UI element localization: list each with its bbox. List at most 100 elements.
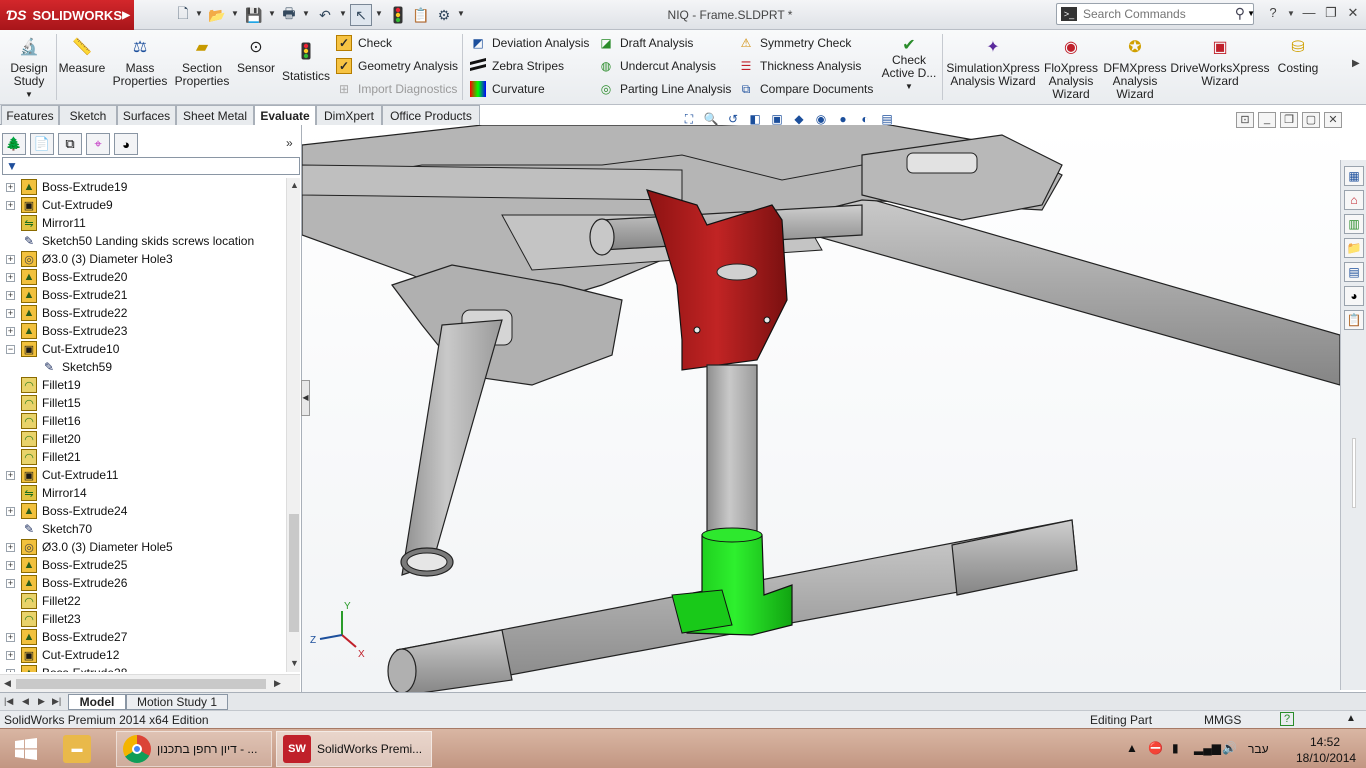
file-explorer-pane-icon[interactable]: ▥ (1344, 214, 1364, 234)
zoom-to-area-icon[interactable]: 🔍 (702, 110, 720, 128)
expand-icon[interactable]: + (6, 470, 15, 480)
scroll-right-icon[interactable]: ▶ (274, 678, 281, 689)
clock-date[interactable]: 18/10/2014 (1296, 751, 1356, 765)
feature-manager-tab-icon[interactable]: 🌲 (2, 133, 26, 155)
tree-item[interactable]: ✎ Sketch70 (0, 520, 286, 538)
windows-start-icon[interactable] (8, 732, 44, 766)
battery-icon[interactable]: ▮ (1172, 741, 1179, 755)
custom-properties-icon[interactable]: 📋 (1344, 310, 1364, 330)
viewport-minimize-icon[interactable]: _ (1258, 112, 1276, 128)
scroll-down-icon[interactable]: ▼ (290, 658, 299, 668)
zoom-to-fit-icon[interactable]: ⛶ (680, 110, 698, 128)
mass-properties-button[interactable]: ⚖ Mass Properties (110, 36, 170, 88)
simulationxpress-button[interactable]: ✦ SimulationXpress Analysis Wizard (946, 36, 1040, 88)
tree-item[interactable]: + ◎ Ø3.0 (3) Diameter Hole3 (0, 250, 286, 268)
expand-icon[interactable]: + (6, 542, 15, 552)
tree-item[interactable]: ◠ Fillet16 (0, 412, 286, 430)
statistics-button[interactable]: Statistics (280, 40, 332, 83)
tree-item[interactable]: + ▲ Boss-Extrude28 (0, 664, 286, 672)
chevron-right-icon[interactable]: ▶ (1352, 58, 1360, 69)
show-hidden-icons-icon[interactable]: ▲ (1126, 741, 1138, 755)
expand-icon[interactable]: + (6, 326, 15, 336)
last-tab-icon[interactable]: ▶| (52, 696, 61, 707)
design-library-icon[interactable]: ⌂ (1344, 190, 1364, 210)
costing-button[interactable]: ⛁ Costing (1274, 36, 1322, 75)
geometry-analysis-button[interactable]: ✓ Geometry Analysis (336, 56, 458, 76)
feature-tree-horizontal-scrollbar[interactable]: ◀ ▶ (0, 674, 300, 692)
expand-icon[interactable]: + (6, 182, 15, 192)
tree-item[interactable]: + ▲ Boss-Extrude27 (0, 628, 286, 646)
chevron-right-icon[interactable]: » (286, 136, 293, 150)
graphics-area[interactable]: Y X Z (302, 125, 1340, 692)
chevron-down-icon[interactable]: ▼ (457, 9, 465, 18)
first-tab-icon[interactable]: |◀ (4, 696, 13, 707)
undercut-analysis-button[interactable]: ◍ Undercut Analysis (598, 56, 716, 76)
taskbar-file-explorer[interactable]: ▬ (56, 731, 110, 767)
display-manager-tab-icon[interactable]: ◕ (114, 133, 138, 155)
tree-item[interactable]: + ▲ Boss-Extrude24 (0, 502, 286, 520)
import-diagnostics-button[interactable]: ⊞ Import Diagnostics (336, 79, 457, 99)
expand-icon[interactable]: + (6, 200, 15, 210)
zebra-stripes-button[interactable]: Zebra Stripes (470, 56, 564, 76)
symmetry-check-button[interactable]: ⚠ Symmetry Check (738, 33, 852, 53)
tab-office-products[interactable]: Office Products (382, 105, 480, 125)
chevron-down-icon[interactable]: ▼ (375, 9, 383, 18)
viewport-split-icon[interactable]: ⊡ (1236, 112, 1254, 128)
tree-item[interactable]: ⇋ Mirror11 (0, 214, 286, 232)
check-active-document-button[interactable]: ✔ Check Active D... ▼ (880, 34, 938, 93)
viewport-close-icon[interactable]: ✕ (1324, 112, 1342, 128)
deviation-analysis-button[interactable]: ◩ Deviation Analysis (470, 33, 589, 53)
chevron-down-icon[interactable]: ▼ (268, 9, 276, 18)
chevron-down-icon[interactable]: ▼ (1247, 9, 1255, 18)
compare-documents-button[interactable]: ⧉ Compare Documents (738, 79, 874, 99)
design-study-button[interactable]: 🔬 Design Study ▼ (6, 36, 52, 101)
feature-tree-filter[interactable]: ▼ (2, 157, 300, 175)
tab-evaluate[interactable]: Evaluate (254, 105, 316, 125)
prev-tab-icon[interactable]: ◀ (22, 696, 29, 707)
expand-icon[interactable]: + (6, 578, 15, 588)
tree-item[interactable]: ◠ Fillet19 (0, 376, 286, 394)
chevron-down-icon[interactable]: ▼ (231, 9, 239, 18)
measure-button[interactable]: 📏 Measure (58, 36, 106, 75)
expand-icon[interactable]: + (6, 632, 15, 642)
configuration-manager-tab-icon[interactable]: ⧉ (58, 133, 82, 155)
tree-item[interactable]: + ▣ Cut-Extrude12 (0, 646, 286, 664)
select-cursor-icon[interactable]: ↖ (350, 4, 372, 26)
next-tab-icon[interactable]: ▶ (38, 696, 45, 707)
expand-icon[interactable]: + (6, 506, 15, 516)
feature-tree-vertical-scrollbar[interactable]: ▲ ▼ (286, 178, 300, 672)
property-manager-tab-icon[interactable]: 📄 (30, 133, 54, 155)
options-icon[interactable]: ⚙ (433, 4, 455, 26)
tab-sheet-metal[interactable]: Sheet Metal (176, 105, 254, 125)
thickness-analysis-button[interactable]: ☰ Thickness Analysis (738, 56, 862, 76)
tab-motion-study[interactable]: Motion Study 1 (126, 694, 228, 710)
chevron-down-icon[interactable]: ▼ (339, 9, 347, 18)
taskbar-chrome[interactable]: דיון רחפן בתכנון - ... (116, 731, 272, 767)
apply-scene-icon[interactable]: ◐ (856, 110, 874, 128)
dfmxpress-button[interactable]: ✪ DFMXpress Analysis Wizard (1102, 36, 1168, 101)
viewport-maximize-icon[interactable]: ▢ (1302, 112, 1320, 128)
solidworks-resources-icon[interactable]: ▦ (1344, 166, 1364, 186)
previous-view-icon[interactable]: ↺ (724, 110, 742, 128)
sensor-button[interactable]: ⊙ Sensor (234, 36, 278, 75)
expand-icon[interactable]: + (6, 290, 15, 300)
section-view-icon[interactable]: ◧ (746, 110, 764, 128)
expand-icon[interactable]: + (6, 254, 15, 264)
collapse-icon[interactable]: − (6, 344, 15, 354)
floxpress-button[interactable]: ◉ FloXpress Analysis Wizard (1042, 36, 1100, 101)
task-pane-handle[interactable] (1352, 438, 1356, 508)
parting-line-analysis-button[interactable]: ◎ Parting Line Analysis (598, 79, 732, 99)
scroll-left-icon[interactable]: ◀ (4, 678, 11, 689)
tree-item[interactable]: ◠ Fillet15 (0, 394, 286, 412)
tab-sketch[interactable]: Sketch (59, 105, 117, 125)
solidworks-menu-button[interactable]: ƊS SOLIDWORKS ▶ (0, 0, 134, 30)
tree-item[interactable]: + ▲ Boss-Extrude22 (0, 304, 286, 322)
chevron-up-icon[interactable]: ▲ (1346, 713, 1356, 724)
volume-icon[interactable]: 🔊 (1222, 741, 1237, 755)
tab-features[interactable]: Features (1, 105, 59, 125)
language-indicator[interactable]: עבר (1248, 742, 1269, 756)
check-button[interactable]: ✓ Check (336, 33, 392, 53)
tree-item[interactable]: + ▲ Boss-Extrude20 (0, 268, 286, 286)
tree-item[interactable]: + ▲ Boss-Extrude21 (0, 286, 286, 304)
undo-icon[interactable]: ↶ (314, 4, 336, 26)
